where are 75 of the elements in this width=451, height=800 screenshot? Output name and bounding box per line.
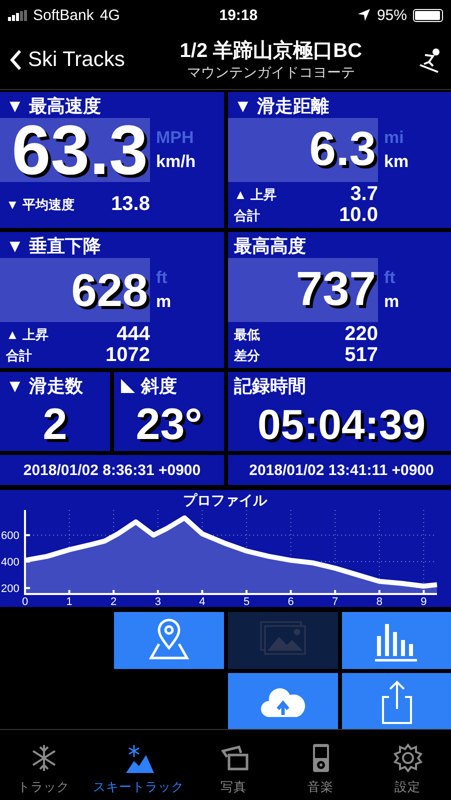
axis-label: 600 [1, 530, 20, 542]
carrier-name: SoftBank [33, 6, 94, 24]
stat-label: ▲ 上昇 [6, 326, 50, 344]
stat-value: 6.3 [309, 126, 376, 174]
chart-title: プロファイル [183, 492, 267, 508]
stat-value: 737 [296, 266, 376, 314]
axis-label: 200 [1, 583, 20, 596]
stat-value: 220 [344, 323, 378, 346]
axis-label: 400 [1, 556, 20, 569]
bar-chart-button[interactable] [342, 612, 451, 669]
unit-label[interactable]: km/h [156, 152, 196, 172]
timestamp: 2018/01/02 8:36:31 +0900 [0, 455, 224, 485]
axis-label: 0 [22, 596, 28, 607]
axis-label: 3 [154, 596, 161, 607]
unit-label[interactable]: m [384, 292, 400, 312]
stat-value: 628 [71, 267, 148, 313]
axis-label: 7 [332, 596, 338, 607]
location-icon [356, 8, 371, 22]
photos-icon [218, 743, 248, 773]
network-type: 4G [100, 6, 120, 24]
settings-icon [392, 743, 422, 773]
stat-label: 最低 [234, 326, 261, 344]
tile-label: ▼ 垂直下降 [5, 235, 102, 258]
stat-tile[interactable]: 記録時間 05:04:39 [228, 372, 451, 451]
timestamp: 2018/01/02 13:41:11 +0900 [228, 455, 451, 485]
stat-value: 10.0 [338, 204, 378, 227]
unit-label[interactable]: m [156, 292, 172, 312]
stat-label: ▲ 上昇 [234, 186, 278, 204]
stat-label: ▼ 平均速度 [6, 196, 76, 214]
screen-subtitle: マウンテンガイドコヨーテ [186, 64, 355, 82]
stat-value: 63.3 [12, 115, 148, 185]
tab-item[interactable]: 設定 [364, 730, 451, 800]
axis-label: 5 [243, 596, 250, 607]
tab-item[interactable]: 音楽 [277, 730, 364, 800]
battery-percent: 95% [376, 6, 407, 24]
clock-time: 19:18 [218, 6, 259, 24]
back-button[interactable]: Ski Tracks [10, 48, 125, 72]
mountain-snowflake-icon [124, 743, 154, 773]
tile-label: 斜度 [141, 375, 177, 398]
tile-label: ▼ 滑走距離 [233, 95, 330, 118]
stat-value: 2 [42, 398, 68, 450]
axis-label: 8 [376, 596, 382, 607]
screen-title: 1/2 羊蹄山京極口BC [180, 38, 362, 64]
tab-item[interactable]: スキートラック [87, 730, 190, 800]
cloud-upload-button[interactable] [228, 673, 338, 730]
stat-label: 差分 [234, 346, 261, 364]
tile-label: 記録時間 [234, 375, 306, 398]
stat-value: 444 [116, 323, 150, 346]
axis-label: 4 [199, 596, 206, 607]
slope-icon [120, 378, 136, 394]
stat-value: 05:04:39 [256, 400, 427, 450]
battery-icon [413, 8, 443, 22]
map-pin-button[interactable] [114, 612, 224, 669]
share-button[interactable] [342, 673, 451, 730]
axis-label: 9 [420, 596, 427, 607]
axis-label: 1 [66, 596, 72, 607]
stat-value: 517 [344, 344, 378, 367]
unit-label[interactable]: km [384, 152, 409, 172]
stat-tile[interactable]: ▼ 滑走数 2 [0, 372, 110, 451]
stat-tile[interactable]: 斜度 23° [114, 372, 224, 451]
signal-icon [8, 10, 27, 20]
stat-value: 23° [134, 398, 204, 450]
tab-item[interactable]: 写真 [190, 730, 277, 800]
stat-value: 13.8 [110, 193, 150, 216]
tile-label: 最高高度 [233, 235, 307, 258]
axis-label: 6 [288, 596, 294, 607]
stat-label: 合計 [6, 346, 33, 364]
tab-item[interactable]: トラック [0, 730, 87, 800]
tile-label: ▼ 最高速度 [5, 95, 102, 118]
stat-value: 3.7 [349, 183, 378, 206]
stat-value: 1072 [104, 344, 150, 367]
stat-label: 合計 [234, 206, 261, 224]
axis-label: 2 [110, 596, 117, 607]
chevron-icon [10, 48, 22, 70]
tile-label: ▼ 滑走数 [6, 375, 83, 398]
